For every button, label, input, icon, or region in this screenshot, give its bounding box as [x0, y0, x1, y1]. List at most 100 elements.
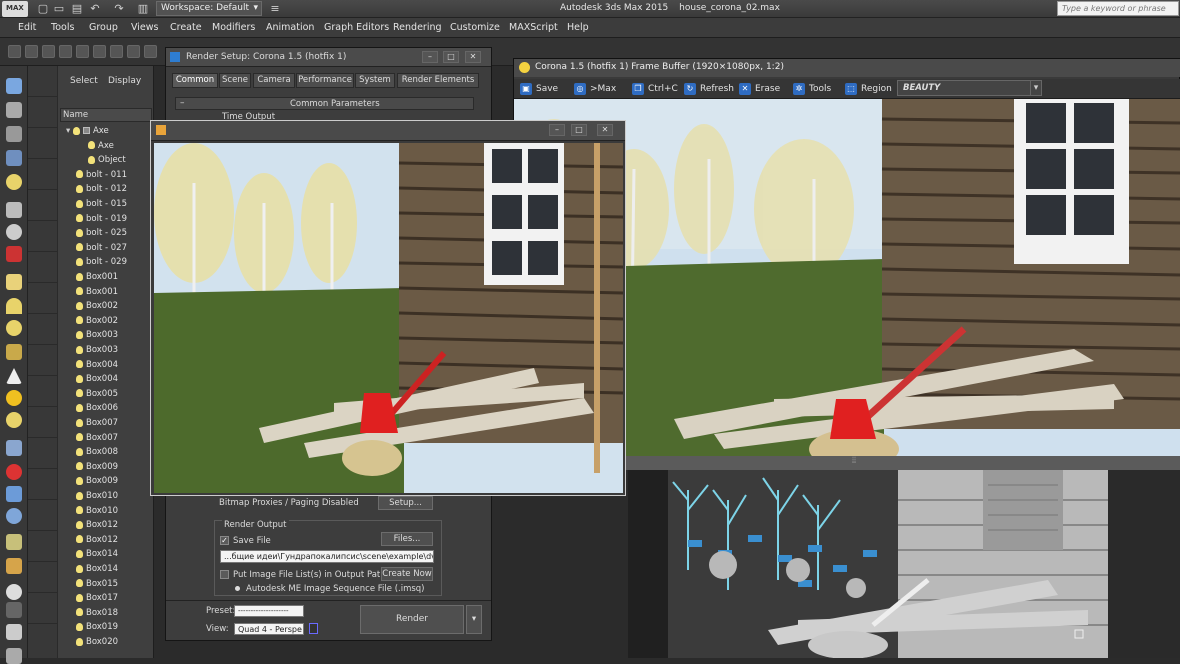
box-icon[interactable]	[6, 274, 22, 290]
tree-row[interactable]: Box008	[62, 445, 150, 459]
tab-render-elements[interactable]: Render Elements	[397, 73, 479, 88]
render-button[interactable]: Render	[360, 605, 464, 634]
tree-row[interactable]: Box009	[62, 474, 150, 488]
omni-icon[interactable]	[6, 412, 22, 428]
search-input[interactable]: Type a keyword or phrase	[1057, 1, 1179, 16]
tree-row[interactable]: Box015	[62, 577, 150, 591]
gear-icon[interactable]	[6, 508, 22, 524]
tree-row[interactable]: Box010	[62, 504, 150, 518]
tree-row[interactable]: Box003	[62, 343, 150, 357]
menu-animation[interactable]: Animation	[266, 22, 314, 33]
fetch-icon[interactable]	[42, 45, 55, 58]
tree-row[interactable]: Axe	[62, 139, 150, 153]
bind-icon[interactable]	[127, 45, 140, 58]
light-bulb-icon[interactable]	[72, 126, 80, 135]
new-file-icon[interactable]: ▢	[36, 2, 50, 15]
light-bulb-icon[interactable]	[76, 360, 83, 369]
proxy-icon[interactable]	[6, 624, 22, 640]
lock-icon[interactable]	[309, 623, 318, 634]
save-file-checkbox[interactable]: ✓	[220, 536, 229, 545]
tree-row[interactable]: Box005	[62, 387, 150, 401]
light-bulb-icon[interactable]	[76, 506, 83, 515]
tree-row[interactable]: Box018	[62, 606, 150, 620]
light-bulb-icon[interactable]	[76, 476, 83, 485]
menu-graph-editors[interactable]: Graph Editors	[324, 22, 389, 33]
tree-row[interactable]: Box004	[62, 372, 150, 386]
layers-icon[interactable]	[59, 45, 72, 58]
light-bulb-icon[interactable]	[76, 243, 83, 252]
light-bulb-icon[interactable]	[76, 564, 83, 573]
to-max-button[interactable]: ◎ >Max	[574, 82, 616, 96]
light-bulb-icon[interactable]	[76, 345, 83, 354]
light-bulb-icon[interactable]	[76, 374, 83, 383]
menu-customize[interactable]: Customize	[450, 22, 500, 33]
tree-row[interactable]: bolt - 025	[62, 226, 150, 240]
explorer-icon[interactable]	[76, 45, 89, 58]
minimize-button[interactable]: –	[422, 51, 438, 63]
light-bulb-icon[interactable]	[76, 199, 83, 208]
light-bulb-icon[interactable]	[76, 433, 83, 442]
save-button[interactable]: ▣ Save	[520, 82, 558, 96]
tree-row[interactable]: bolt - 012	[62, 182, 150, 196]
menu-group[interactable]: Group	[89, 22, 118, 33]
tab-scene[interactable]: Scene	[219, 73, 251, 88]
chevron-down-icon[interactable]: ▾	[1030, 80, 1042, 96]
light-bulb-icon[interactable]	[76, 301, 83, 310]
render-setup-titlebar[interactable]: Render Setup: Corona 1.5 (hotfix 1) – □ …	[166, 48, 491, 67]
maximize-button[interactable]: □	[443, 51, 459, 63]
tree-row[interactable]: Box012	[62, 533, 150, 547]
redo-icon[interactable]: ↷	[112, 2, 126, 15]
tab-display[interactable]: Display	[108, 76, 141, 86]
tab-camera[interactable]: Camera	[253, 73, 295, 88]
menu-create[interactable]: Create	[170, 22, 202, 33]
light-bulb-icon[interactable]	[76, 257, 83, 266]
menu-modifiers[interactable]: Modifiers	[212, 22, 255, 33]
geosphere-icon[interactable]	[6, 344, 22, 360]
preview-titlebar[interactable]: – □ ✕	[151, 121, 625, 141]
tree-row[interactable]: Box001	[62, 270, 150, 284]
material-icon[interactable]	[6, 464, 22, 480]
maximize-button[interactable]: □	[571, 124, 587, 136]
menu-rendering[interactable]: Rendering	[393, 22, 442, 33]
expand-arrow-icon[interactable]: ▾	[66, 126, 73, 136]
light-bulb-icon[interactable]	[76, 228, 83, 237]
tree-row[interactable]: bolt - 011	[62, 168, 150, 182]
create-now-button[interactable]: Create Now	[381, 567, 433, 581]
tree-row[interactable]: Box014	[62, 562, 150, 576]
tree-row[interactable]: Box007	[62, 416, 150, 430]
save-file-icon[interactable]: ▤	[70, 2, 84, 15]
output-path-field[interactable]: ...бщие идеи\Гундрапокалипсис\scene\exam…	[220, 550, 434, 563]
viewport-splitter[interactable]: ⦙⦙	[626, 456, 1180, 470]
light-bulb-icon[interactable]	[76, 418, 83, 427]
tree-row[interactable]: ▾ Axe	[62, 124, 150, 138]
light-bulb-icon[interactable]	[76, 214, 83, 223]
put-image-checkbox[interactable]	[220, 570, 229, 579]
tree-row[interactable]: Box010	[62, 489, 150, 503]
light-bulb-icon[interactable]	[76, 447, 83, 456]
ctrl-c-button[interactable]: ❐ Ctrl+C	[632, 82, 678, 96]
rollout-header[interactable]: – Common Parameters	[175, 97, 474, 110]
group-icon[interactable]	[82, 127, 90, 134]
light-bulb-icon[interactable]	[76, 593, 83, 602]
refresh-button[interactable]: ↻ Refresh	[684, 82, 734, 96]
tree-row[interactable]: Box004	[62, 358, 150, 372]
tree-row[interactable]: Box014	[62, 547, 150, 561]
light-bulb-icon[interactable]	[76, 579, 83, 588]
tree-row[interactable]: bolt - 029	[62, 255, 150, 269]
camera-icon[interactable]	[6, 224, 22, 240]
hold-icon[interactable]: ▥	[136, 2, 150, 15]
menu-views[interactable]: Views	[131, 22, 159, 33]
light-bulb-icon[interactable]	[76, 549, 83, 558]
helper-icon[interactable]	[6, 202, 22, 218]
grid-icon[interactable]	[6, 150, 22, 166]
close-button[interactable]: ✕	[465, 51, 481, 63]
light-bulb-icon[interactable]	[76, 491, 83, 500]
light-icon[interactable]	[6, 174, 22, 190]
menu-maxscript[interactable]: MAXScript	[509, 22, 558, 33]
menu-help[interactable]: Help	[567, 22, 589, 33]
list-icon[interactable]	[6, 126, 22, 142]
light-bulb-icon[interactable]	[76, 184, 83, 193]
cone-icon[interactable]	[6, 368, 22, 384]
tree-row[interactable]: bolt - 015	[62, 197, 150, 211]
view-dropdown[interactable]: Quad 4 - Perspe	[234, 623, 304, 635]
